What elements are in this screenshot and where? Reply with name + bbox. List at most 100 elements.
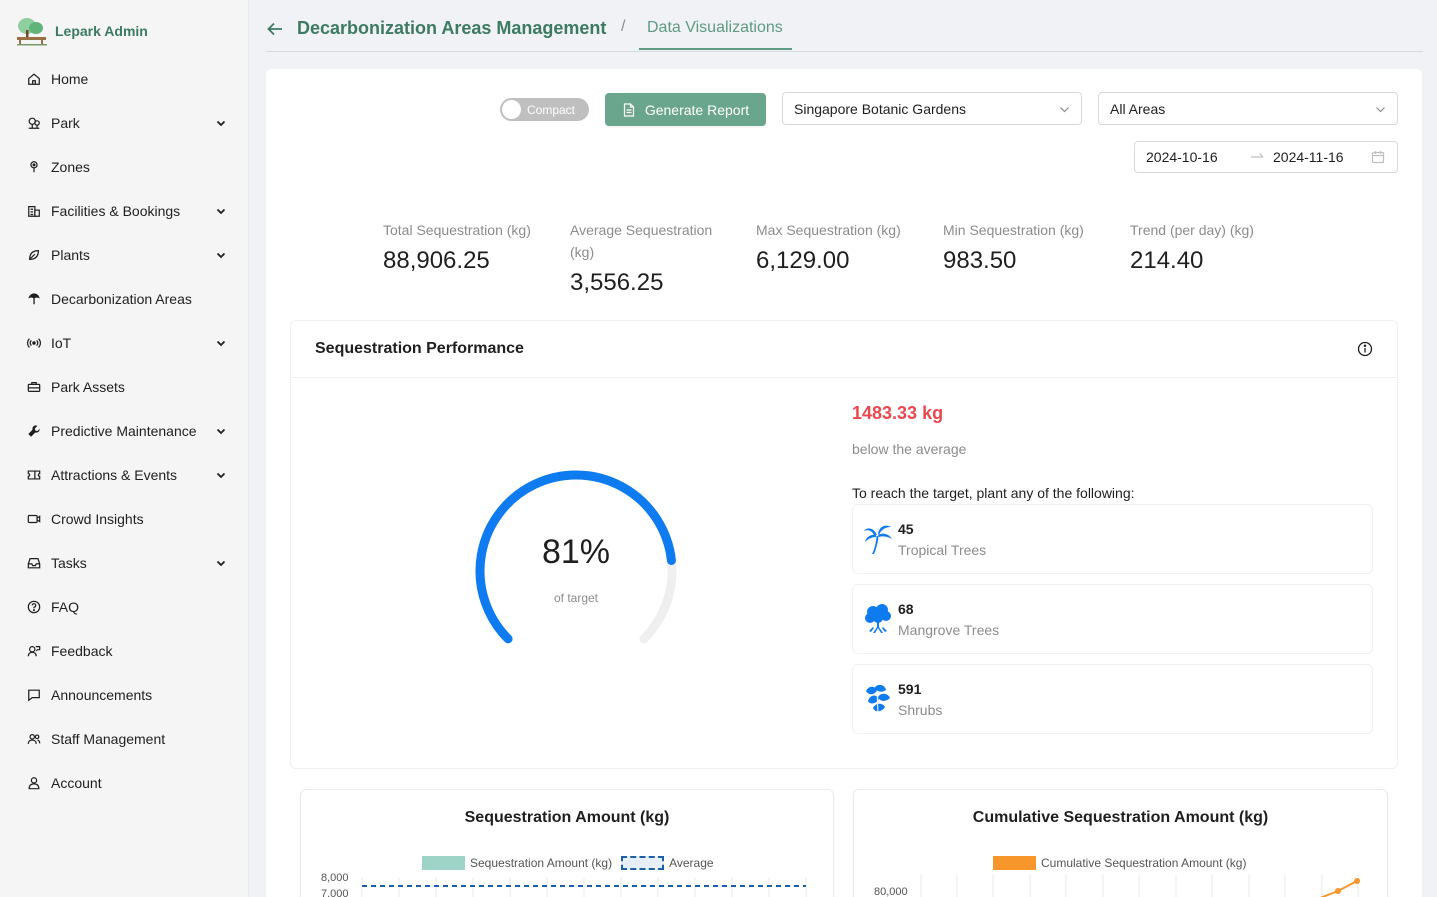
toolbox-icon	[26, 379, 42, 395]
stat-label: Max Sequestration (kg)	[756, 222, 901, 238]
video-camera-icon	[26, 511, 42, 527]
broadcast-icon	[26, 335, 42, 351]
stat-value: 214.40	[1130, 247, 1204, 274]
plant-name: Mangrove Trees	[898, 622, 1000, 638]
reach-target-text: To reach the target, plant any of the fo…	[852, 485, 1135, 501]
date-start-input[interactable]: 2024-10-16	[1146, 149, 1218, 165]
sidebar-item-attractions-events[interactable]: Attractions & Events	[0, 453, 249, 497]
sidebar-item-crowd-insights[interactable]: Crowd Insights	[0, 497, 249, 541]
plant-count: 68	[898, 601, 914, 617]
sidebar-item-tasks[interactable]: Tasks	[0, 541, 249, 585]
sidebar-item-label: Home	[51, 71, 89, 87]
sidebar-item-plants[interactable]: Plants	[0, 233, 249, 277]
sidebar-item-iot[interactable]: IoT	[0, 321, 249, 365]
area-select-value: All Areas	[1110, 100, 1166, 117]
sidebar-item-feedback[interactable]: Feedback	[0, 629, 249, 673]
sidebar-item-label: Tasks	[51, 555, 87, 571]
zone-pin-icon	[26, 159, 42, 175]
plant-name: Tropical Trees	[898, 542, 987, 558]
date-end-input[interactable]: 2024-11-16	[1273, 149, 1344, 165]
umbrella-tree-icon	[26, 291, 42, 307]
gauge-subtitle: of target	[553, 591, 599, 605]
chart-legend[interactable]: Sequestration Amount (kg) Average	[422, 856, 714, 870]
sidebar-item-faq[interactable]: FAQ	[0, 585, 249, 629]
sidebar-item-label: Account	[51, 775, 102, 791]
sidebar-item-label: Crowd Insights	[51, 511, 144, 527]
amount-chart-plot	[361, 878, 807, 897]
palm-tree-icon	[864, 525, 892, 554]
sidebar-item-home[interactable]: Home	[0, 57, 249, 101]
wrench-icon	[26, 423, 42, 439]
sidebar-item-park[interactable]: Park	[0, 101, 249, 145]
brand[interactable]: Lepark Admin	[14, 16, 148, 46]
arrow-right-icon	[1251, 153, 1264, 158]
lepark-logo-icon	[17, 18, 47, 46]
file-text-icon	[623, 102, 634, 117]
active-tab-indicator	[639, 48, 792, 50]
panel-title: Sequestration Performance	[315, 340, 524, 357]
sidebar-item-staff-management[interactable]: Staff Management	[0, 717, 249, 761]
stat-value: 88,906.25	[383, 247, 490, 274]
sidebar-item-label: Park	[51, 115, 80, 131]
sidebar-item-park-assets[interactable]: Park Assets	[0, 365, 249, 409]
team-icon	[26, 731, 42, 747]
sidebar-item-predictive-maintenance[interactable]: Predictive Maintenance	[0, 409, 249, 453]
sidebar-item-announcements[interactable]: Announcements	[0, 673, 249, 717]
message-icon	[26, 687, 42, 703]
chevron-down-icon	[216, 252, 226, 259]
question-circle-icon	[26, 599, 42, 615]
sidebar-item-label: Predictive Maintenance	[51, 423, 197, 439]
y-tick-label: 7,000	[321, 888, 349, 897]
plant-suggestion-shrubs: 591 Shrubs	[852, 664, 1373, 734]
legend-swatch-amount	[422, 856, 465, 870]
building-icon	[26, 203, 42, 219]
toggle-label: Compact	[527, 103, 576, 117]
stat-average-sequestration: Average Sequestration (kg) 3,556.25	[570, 219, 730, 297]
sidebar-item-zones[interactable]: Zones	[0, 145, 249, 189]
sidebar-item-label: Decarbonization Areas	[51, 291, 192, 307]
below-average-value: 1483.33 kg	[852, 403, 944, 423]
park-select[interactable]: Singapore Botanic Gardens	[782, 92, 1082, 125]
calendar-icon	[1371, 151, 1385, 164]
sidebar-item-decarbonization-areas[interactable]: Decarbonization Areas	[0, 277, 249, 321]
sidebar-item-label: Zones	[51, 159, 90, 175]
cumulative-chart-plot	[920, 875, 1360, 897]
sidebar-item-facilities[interactable]: Facilities & Bookings	[0, 189, 249, 233]
chevron-down-icon	[1376, 107, 1385, 113]
generate-report-label: Generate Report	[644, 101, 750, 118]
chevron-down-icon	[216, 340, 226, 347]
chevron-down-icon	[216, 472, 226, 479]
chevron-down-icon	[216, 208, 226, 215]
mangrove-tree-icon	[865, 604, 891, 633]
chevron-down-icon	[216, 560, 226, 567]
compact-toggle[interactable]: Compact	[500, 98, 589, 121]
leaf-icon	[26, 247, 42, 263]
sidebar-item-account[interactable]: Account	[0, 761, 249, 805]
sidebar-item-label: Park Assets	[51, 379, 125, 395]
sidebar-item-label: Announcements	[51, 687, 153, 703]
legend-swatch-average	[621, 856, 665, 870]
sidebar-item-label: Attractions & Events	[51, 467, 178, 483]
tab-data-visualizations[interactable]: Data Visualizations	[647, 19, 783, 37]
info-icon[interactable]	[1357, 341, 1373, 357]
area-select[interactable]: All Areas	[1098, 92, 1398, 125]
ticket-icon	[26, 467, 42, 483]
stat-label: Total Sequestration (kg)	[383, 222, 531, 238]
back-arrow-icon[interactable]	[266, 20, 284, 38]
date-range-picker[interactable]: 2024-10-16 2024-11-16	[1134, 141, 1398, 173]
legend-label: Cumulative Sequestration Amount (kg)	[1041, 856, 1247, 870]
sidebar-item-label: IoT	[51, 335, 72, 351]
plant-count: 591	[898, 681, 922, 697]
stat-min-sequestration: Min Sequestration (kg) 983.50	[943, 219, 1118, 275]
y-tick-label: 8,000	[321, 872, 349, 884]
panel-header: Sequestration Performance	[291, 321, 1397, 378]
header-divider	[266, 51, 1423, 52]
chevron-down-icon	[216, 120, 226, 127]
plant-suggestion-mangrove-trees: 68 Mangrove Trees	[852, 584, 1373, 654]
chart-legend[interactable]: Cumulative Sequestration Amount (kg)	[993, 856, 1246, 870]
legend-label: Average	[669, 856, 714, 870]
page-title[interactable]: Decarbonization Areas Management	[297, 18, 606, 39]
sidebar-nav: Home Park Zones Facilities & Bookings Pl…	[0, 57, 249, 805]
cumulative-sequestration-chart: Cumulative Sequestration Amount (kg) Cum…	[853, 789, 1388, 897]
generate-report-button[interactable]: Generate Report	[605, 93, 766, 126]
